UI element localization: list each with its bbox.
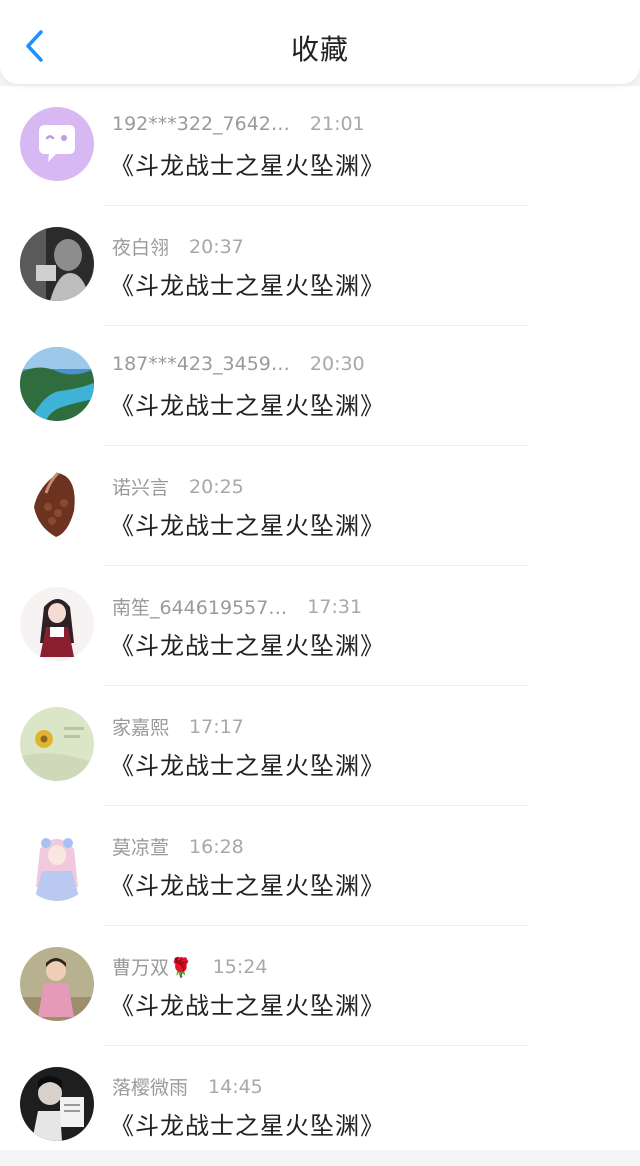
book-title[interactable]: 《斗龙战士之星火坠渊》 (110, 266, 385, 301)
book-title[interactable]: 《斗龙战士之星火坠渊》 (110, 866, 385, 901)
avatar[interactable] (20, 347, 94, 421)
book-title[interactable]: 《斗龙战士之星火坠渊》 (110, 146, 385, 181)
user-name: 落樱微雨 (112, 1077, 189, 1099)
list-item[interactable]: 家嘉熙 17:17 《斗龙战士之星火坠渊》 (0, 686, 640, 806)
user-name: 192***322_7642… (112, 113, 290, 135)
avatar[interactable] (20, 947, 94, 1021)
book-title[interactable]: 《斗龙战士之星火坠渊》 (110, 1106, 385, 1141)
item-meta: 莫凉萱 16:28 (112, 833, 244, 860)
book-title[interactable]: 《斗龙战士之星火坠渊》 (110, 626, 385, 661)
list-item[interactable]: 夜白翎 20:37 《斗龙战士之星火坠渊》 (0, 206, 640, 326)
item-meta: 夜白翎 20:37 (112, 233, 244, 260)
favorites-list: 192***322_7642… 21:01 《斗龙战士之星火坠渊》 夜白翎 20… (0, 86, 640, 1150)
user-name: 家嘉熙 (112, 717, 170, 739)
list-item[interactable]: 南笙_644619557… 17:31 《斗龙战士之星火坠渊》 (0, 566, 640, 686)
list-item[interactable]: 192***322_7642… 21:01 《斗龙战士之星火坠渊》 (0, 86, 640, 206)
flower-avatar-icon (20, 707, 94, 781)
portrait-photo-avatar-icon (20, 227, 94, 301)
page-title: 收藏 (290, 33, 349, 66)
timestamp: 17:31 (307, 595, 363, 618)
child-photo-avatar-icon (20, 947, 94, 1021)
list-item[interactable]: 莫凉萱 16:28 《斗龙战士之星火坠渊》 (0, 806, 640, 926)
anime-pink-girl-avatar-icon (20, 827, 94, 901)
timestamp: 17:17 (189, 715, 244, 738)
avatar[interactable] (20, 467, 94, 541)
item-meta: 南笙_644619557… 17:31 (112, 593, 362, 620)
user-name: 莫凉萱 (112, 837, 170, 859)
timestamp: 15:24 (212, 955, 268, 978)
user-name: 夜白翎 (112, 237, 170, 259)
item-meta: 诺兴言 20:25 (112, 473, 244, 500)
user-name: 南笙_644619557… (112, 597, 288, 619)
book-title[interactable]: 《斗龙战士之星火坠渊》 (110, 746, 385, 781)
landscape-river-avatar-icon (20, 347, 94, 421)
avatar[interactable] (20, 707, 94, 781)
avatar[interactable] (20, 227, 94, 301)
item-meta: 187***423_3459… 20:30 (112, 353, 365, 375)
avatar[interactable] (20, 587, 94, 661)
list-item[interactable]: 曹万双🌹 15:24 《斗龙战士之星火坠渊》 (0, 926, 640, 1046)
list-item[interactable]: 诺兴言 20:25 《斗龙战士之星火坠渊》 (0, 446, 640, 566)
timestamp: 20:37 (189, 235, 244, 258)
item-meta: 192***322_7642… 21:01 (112, 113, 365, 135)
item-meta: 落樱微雨 14:45 (112, 1073, 263, 1100)
book-title[interactable]: 《斗龙战士之星火坠渊》 (110, 386, 385, 421)
list-item[interactable]: 187***423_3459… 20:30 《斗龙战士之星火坠渊》 (0, 326, 640, 446)
book-title[interactable]: 《斗龙战士之星火坠渊》 (110, 506, 385, 541)
coffee-beans-avatar-icon (20, 467, 94, 541)
reading-photo-avatar-icon (20, 1067, 94, 1141)
item-meta: 曹万双🌹 15:24 (112, 953, 267, 980)
avatar[interactable] (20, 827, 94, 901)
timestamp: 14:45 (208, 1075, 263, 1098)
chat-bubble-avatar-icon (20, 107, 94, 181)
user-name: 曹万双🌹 (112, 957, 193, 979)
book-title[interactable]: 《斗龙战士之星火坠渊》 (110, 986, 385, 1021)
top-bar: 收藏 (0, 0, 640, 84)
timestamp: 21:01 (309, 113, 365, 135)
user-name: 诺兴言 (112, 477, 170, 499)
list-item[interactable]: 落樱微雨 14:45 《斗龙战士之星火坠渊》 (0, 1046, 640, 1166)
timestamp: 20:30 (309, 353, 365, 375)
user-name: 187***423_3459… (112, 353, 290, 375)
timestamp: 16:28 (189, 835, 244, 858)
item-meta: 家嘉熙 17:17 (112, 713, 244, 740)
avatar[interactable] (20, 1067, 94, 1141)
timestamp: 20:25 (189, 475, 244, 498)
anime-girl-avatar-icon (20, 587, 94, 661)
avatar[interactable] (20, 107, 94, 181)
